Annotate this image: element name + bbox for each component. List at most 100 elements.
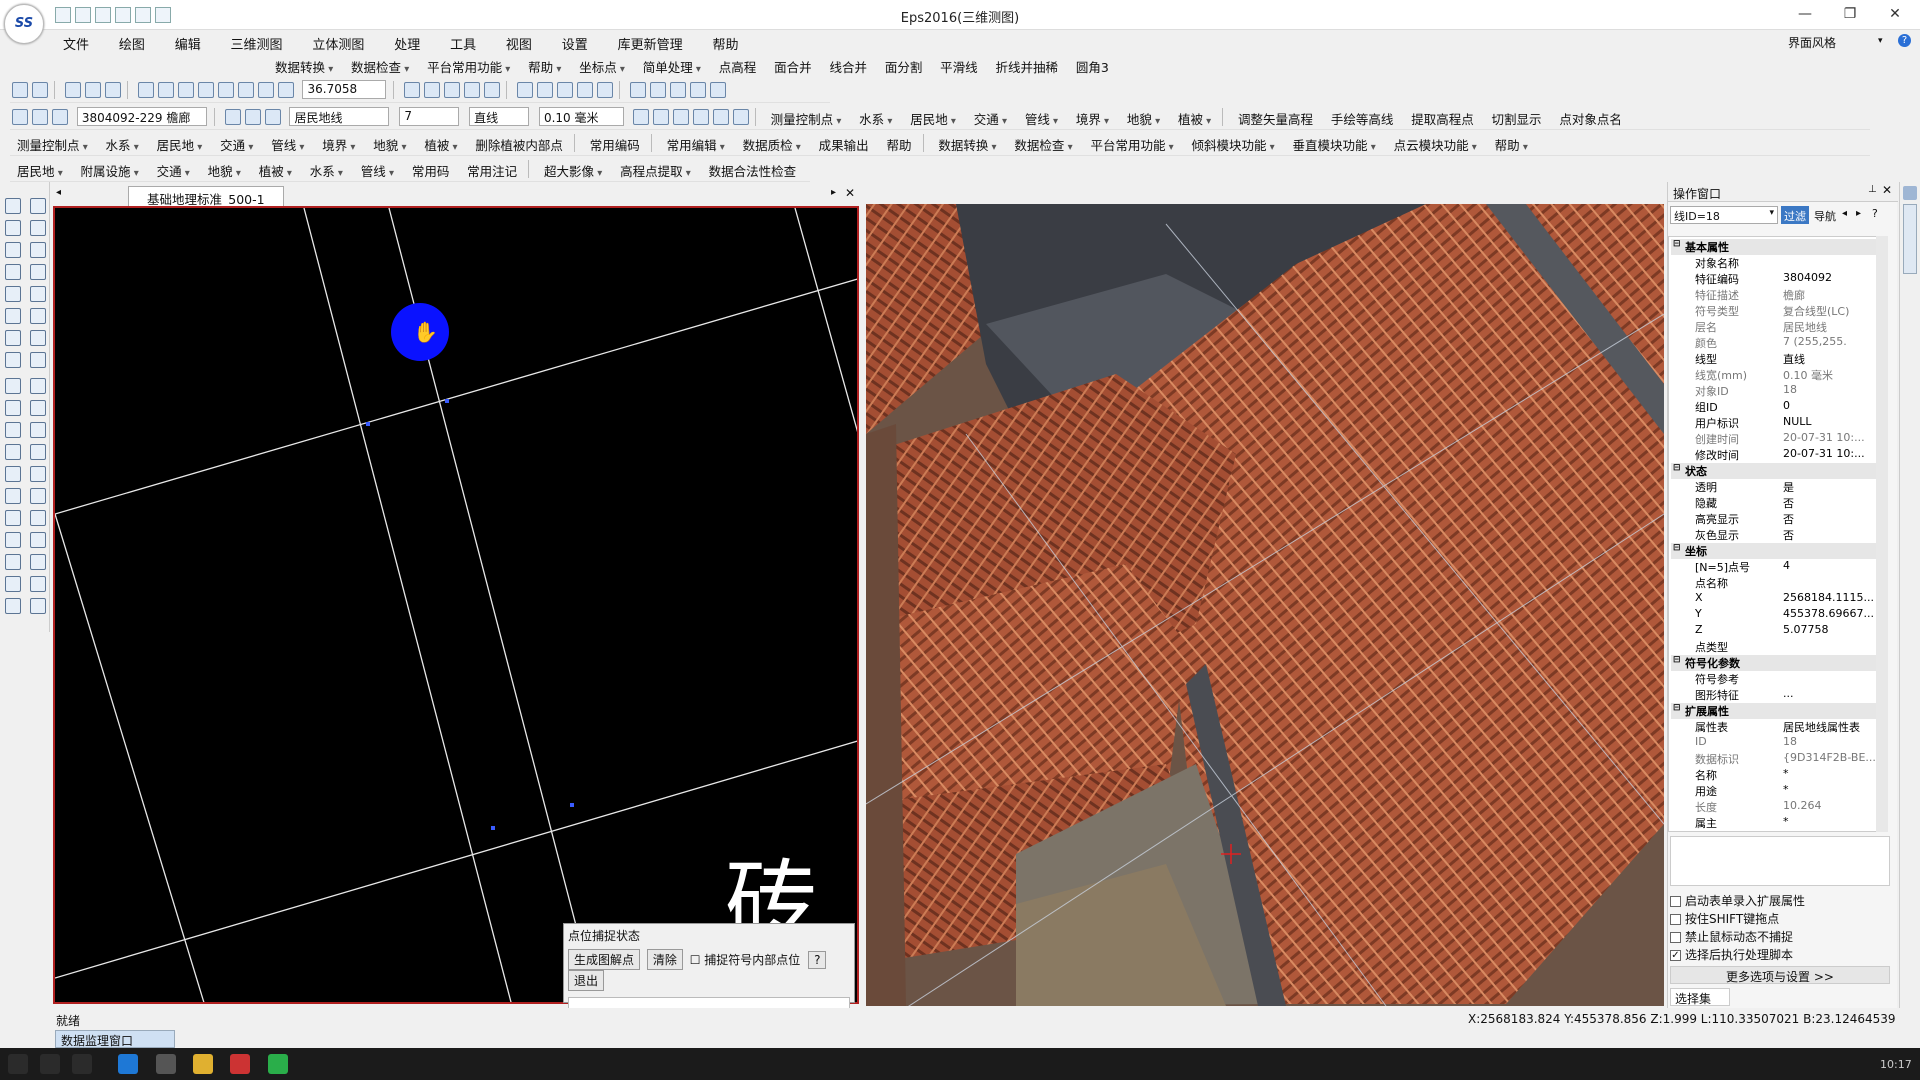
tb1-polyline-simplify[interactable]: 折线并抽稀 <box>989 52 1066 76</box>
map-line[interactable] <box>55 513 205 1004</box>
more-options-button[interactable]: 更多选项与设置 >> <box>1670 966 1890 984</box>
collapse-icon[interactable]: ⊟ <box>1673 239 1681 249</box>
property-row[interactable]: 透明 是 <box>1671 479 1876 495</box>
tb3-draw-contour[interactable]: 手绘等高线 <box>1324 104 1401 129</box>
tb3-boundary[interactable]: 境界 <box>1069 104 1116 129</box>
offset-tool-icon[interactable] <box>5 554 21 570</box>
grid-view-3-icon[interactable] <box>444 82 461 98</box>
property-row[interactable]: 颜色 7 (255,255. <box>1671 335 1876 351</box>
window-arrange-5-icon[interactable] <box>597 82 614 98</box>
snap-line-icon[interactable] <box>649 82 666 98</box>
rectangle-tool-icon[interactable] <box>5 242 21 258</box>
property-row[interactable]: Y 455378.69667... <box>1671 607 1876 623</box>
tb4-common-codes[interactable]: 常用编码 <box>583 130 647 155</box>
layer-combo[interactable]: 居民地线 <box>289 107 390 126</box>
property-row[interactable]: [N=5]点号 4 <box>1671 559 1876 575</box>
circle-tool-icon[interactable] <box>30 422 46 438</box>
tb5-vegetation[interactable]: 植被 <box>252 156 299 181</box>
folder-icon[interactable] <box>732 109 749 125</box>
tb1-simple-process[interactable]: 简单处理 <box>636 52 708 76</box>
object-props-icon[interactable] <box>12 109 28 125</box>
tb4-data-convert[interactable]: 数据转换 <box>931 130 1003 155</box>
selection-set-tab[interactable]: 选择集 <box>1670 988 1730 1006</box>
snap-number-icon[interactable] <box>709 82 726 98</box>
ui-style-menu[interactable]: 界面风格 <box>1788 34 1836 51</box>
check-disable-snap[interactable]: 禁止鼠标动态不捕捉 <box>1670 928 1793 945</box>
tb4-vertical-module[interactable]: 垂直模块功能 <box>1286 130 1383 155</box>
property-value[interactable]: 7 (255,255. <box>1783 335 1847 348</box>
property-row[interactable]: Z 5.07758 <box>1671 623 1876 639</box>
tb4-pointcloud-module[interactable]: 点云模块功能 <box>1387 130 1484 155</box>
property-row[interactable]: 特征描述 檐廊 <box>1671 287 1876 303</box>
paste-tool-icon[interactable] <box>30 198 46 214</box>
collapse-icon[interactable]: ⊟ <box>1673 543 1681 553</box>
line-tool-icon[interactable] <box>5 220 21 236</box>
zoom-in-icon[interactable] <box>157 82 174 98</box>
property-row[interactable]: 特征编码 3804092 <box>1671 271 1876 287</box>
bulb-icon[interactable] <box>244 109 261 125</box>
check-shift-drag[interactable]: 按住SHIFT键拖点 <box>1670 910 1779 927</box>
tb4-help-2[interactable]: 帮助 <box>1488 130 1535 155</box>
tb5-pipeline[interactable]: 管线 <box>354 156 401 181</box>
frame-tool-icon[interactable] <box>5 286 21 302</box>
oblique-photo-view[interactable] <box>866 204 1664 1006</box>
collapse-icon[interactable]: ⊟ <box>1673 703 1681 713</box>
tb3-water[interactable]: 水系 <box>852 104 899 129</box>
paste-icon[interactable] <box>104 82 121 98</box>
snap-tool-icon[interactable] <box>30 352 46 368</box>
snap-point-icon[interactable] <box>629 82 646 98</box>
tb3-pipeline[interactable]: 管线 <box>1018 104 1065 129</box>
restore-button[interactable]: ❐ <box>1835 6 1865 24</box>
property-value[interactable]: 否 <box>1783 495 1794 511</box>
join-tool-icon[interactable] <box>5 532 21 548</box>
property-row[interactable]: 组ID 0 <box>1671 399 1876 415</box>
property-value[interactable]: 檐廊 <box>1783 287 1805 303</box>
perpendicular-tool-icon[interactable] <box>30 488 46 504</box>
tab-scroll-left-icon[interactable]: ◂ <box>56 187 61 198</box>
tb3-vegetation[interactable]: 植被 <box>1171 104 1218 129</box>
tb1-coordinate-point[interactable]: 坐标点 <box>572 52 632 76</box>
property-value[interactable]: 否 <box>1783 511 1794 527</box>
tb1-split-face[interactable]: 面分割 <box>878 52 930 76</box>
window-arrange-1-icon[interactable] <box>517 82 534 98</box>
clear-button[interactable]: 清除 <box>646 949 683 970</box>
menu-edit[interactable]: 编辑 <box>162 30 214 57</box>
file-explorer-icon[interactable] <box>193 1054 213 1074</box>
linewidth-combo[interactable]: 0.10 毫米 <box>538 107 624 126</box>
nav-button[interactable]: 导航 <box>1811 206 1839 224</box>
property-value[interactable]: * <box>1783 783 1789 796</box>
monitor-window-tab[interactable]: 数据监理窗口 <box>55 1030 175 1048</box>
linetype-combo[interactable]: 直线 <box>469 107 530 126</box>
tb1-merge-faces[interactable]: 面合并 <box>767 52 819 76</box>
copy-icon[interactable] <box>84 82 101 98</box>
tb4-output[interactable]: 成果输出 <box>812 130 876 155</box>
menu-file[interactable]: 文件 <box>50 30 102 57</box>
tb4-landform[interactable]: 地貌 <box>366 130 413 155</box>
task-view-icon[interactable] <box>72 1054 92 1074</box>
app-logo[interactable]: SS <box>4 4 44 44</box>
property-value[interactable]: 18 <box>1783 383 1797 396</box>
property-row[interactable]: 符号类型 复合线型(LC) <box>1671 303 1876 319</box>
property-grid[interactable]: ⊟ 基本属性 对象名称 特征编码 3804092 特征描述 檐廊 符号类型 复合线型(LC) 层名… <box>1668 236 1878 832</box>
layer-icon[interactable] <box>257 82 274 98</box>
property-value[interactable]: 5.07758 <box>1783 623 1829 636</box>
dock-tab-operation[interactable] <box>1903 204 1917 274</box>
grid-view-1-icon[interactable] <box>404 82 421 98</box>
mirror-tool-icon[interactable] <box>5 444 21 460</box>
select-tool-icon[interactable] <box>30 286 46 302</box>
tab-scroll-right-icon[interactable]: ▸ <box>831 187 836 198</box>
nav-prev-icon[interactable]: ◂ <box>1842 208 1847 219</box>
grid-view-5-icon[interactable] <box>484 82 501 98</box>
polyline-tool-icon[interactable] <box>30 308 46 324</box>
tb4-vegetation[interactable]: 植被 <box>417 130 464 155</box>
copy-tool-icon[interactable] <box>5 422 21 438</box>
annotation-tool-icon[interactable] <box>5 352 21 368</box>
window-arrange-3-icon[interactable] <box>557 82 574 98</box>
extend-tool-icon[interactable] <box>5 466 21 482</box>
explode-tool-icon[interactable] <box>30 510 46 526</box>
zoom-window-icon[interactable] <box>177 82 194 98</box>
property-row[interactable]: 线型 直线 <box>1671 351 1876 367</box>
eps-app-icon[interactable] <box>230 1054 250 1074</box>
info-icon[interactable] <box>32 109 48 125</box>
point-tool-icon[interactable] <box>5 198 21 214</box>
